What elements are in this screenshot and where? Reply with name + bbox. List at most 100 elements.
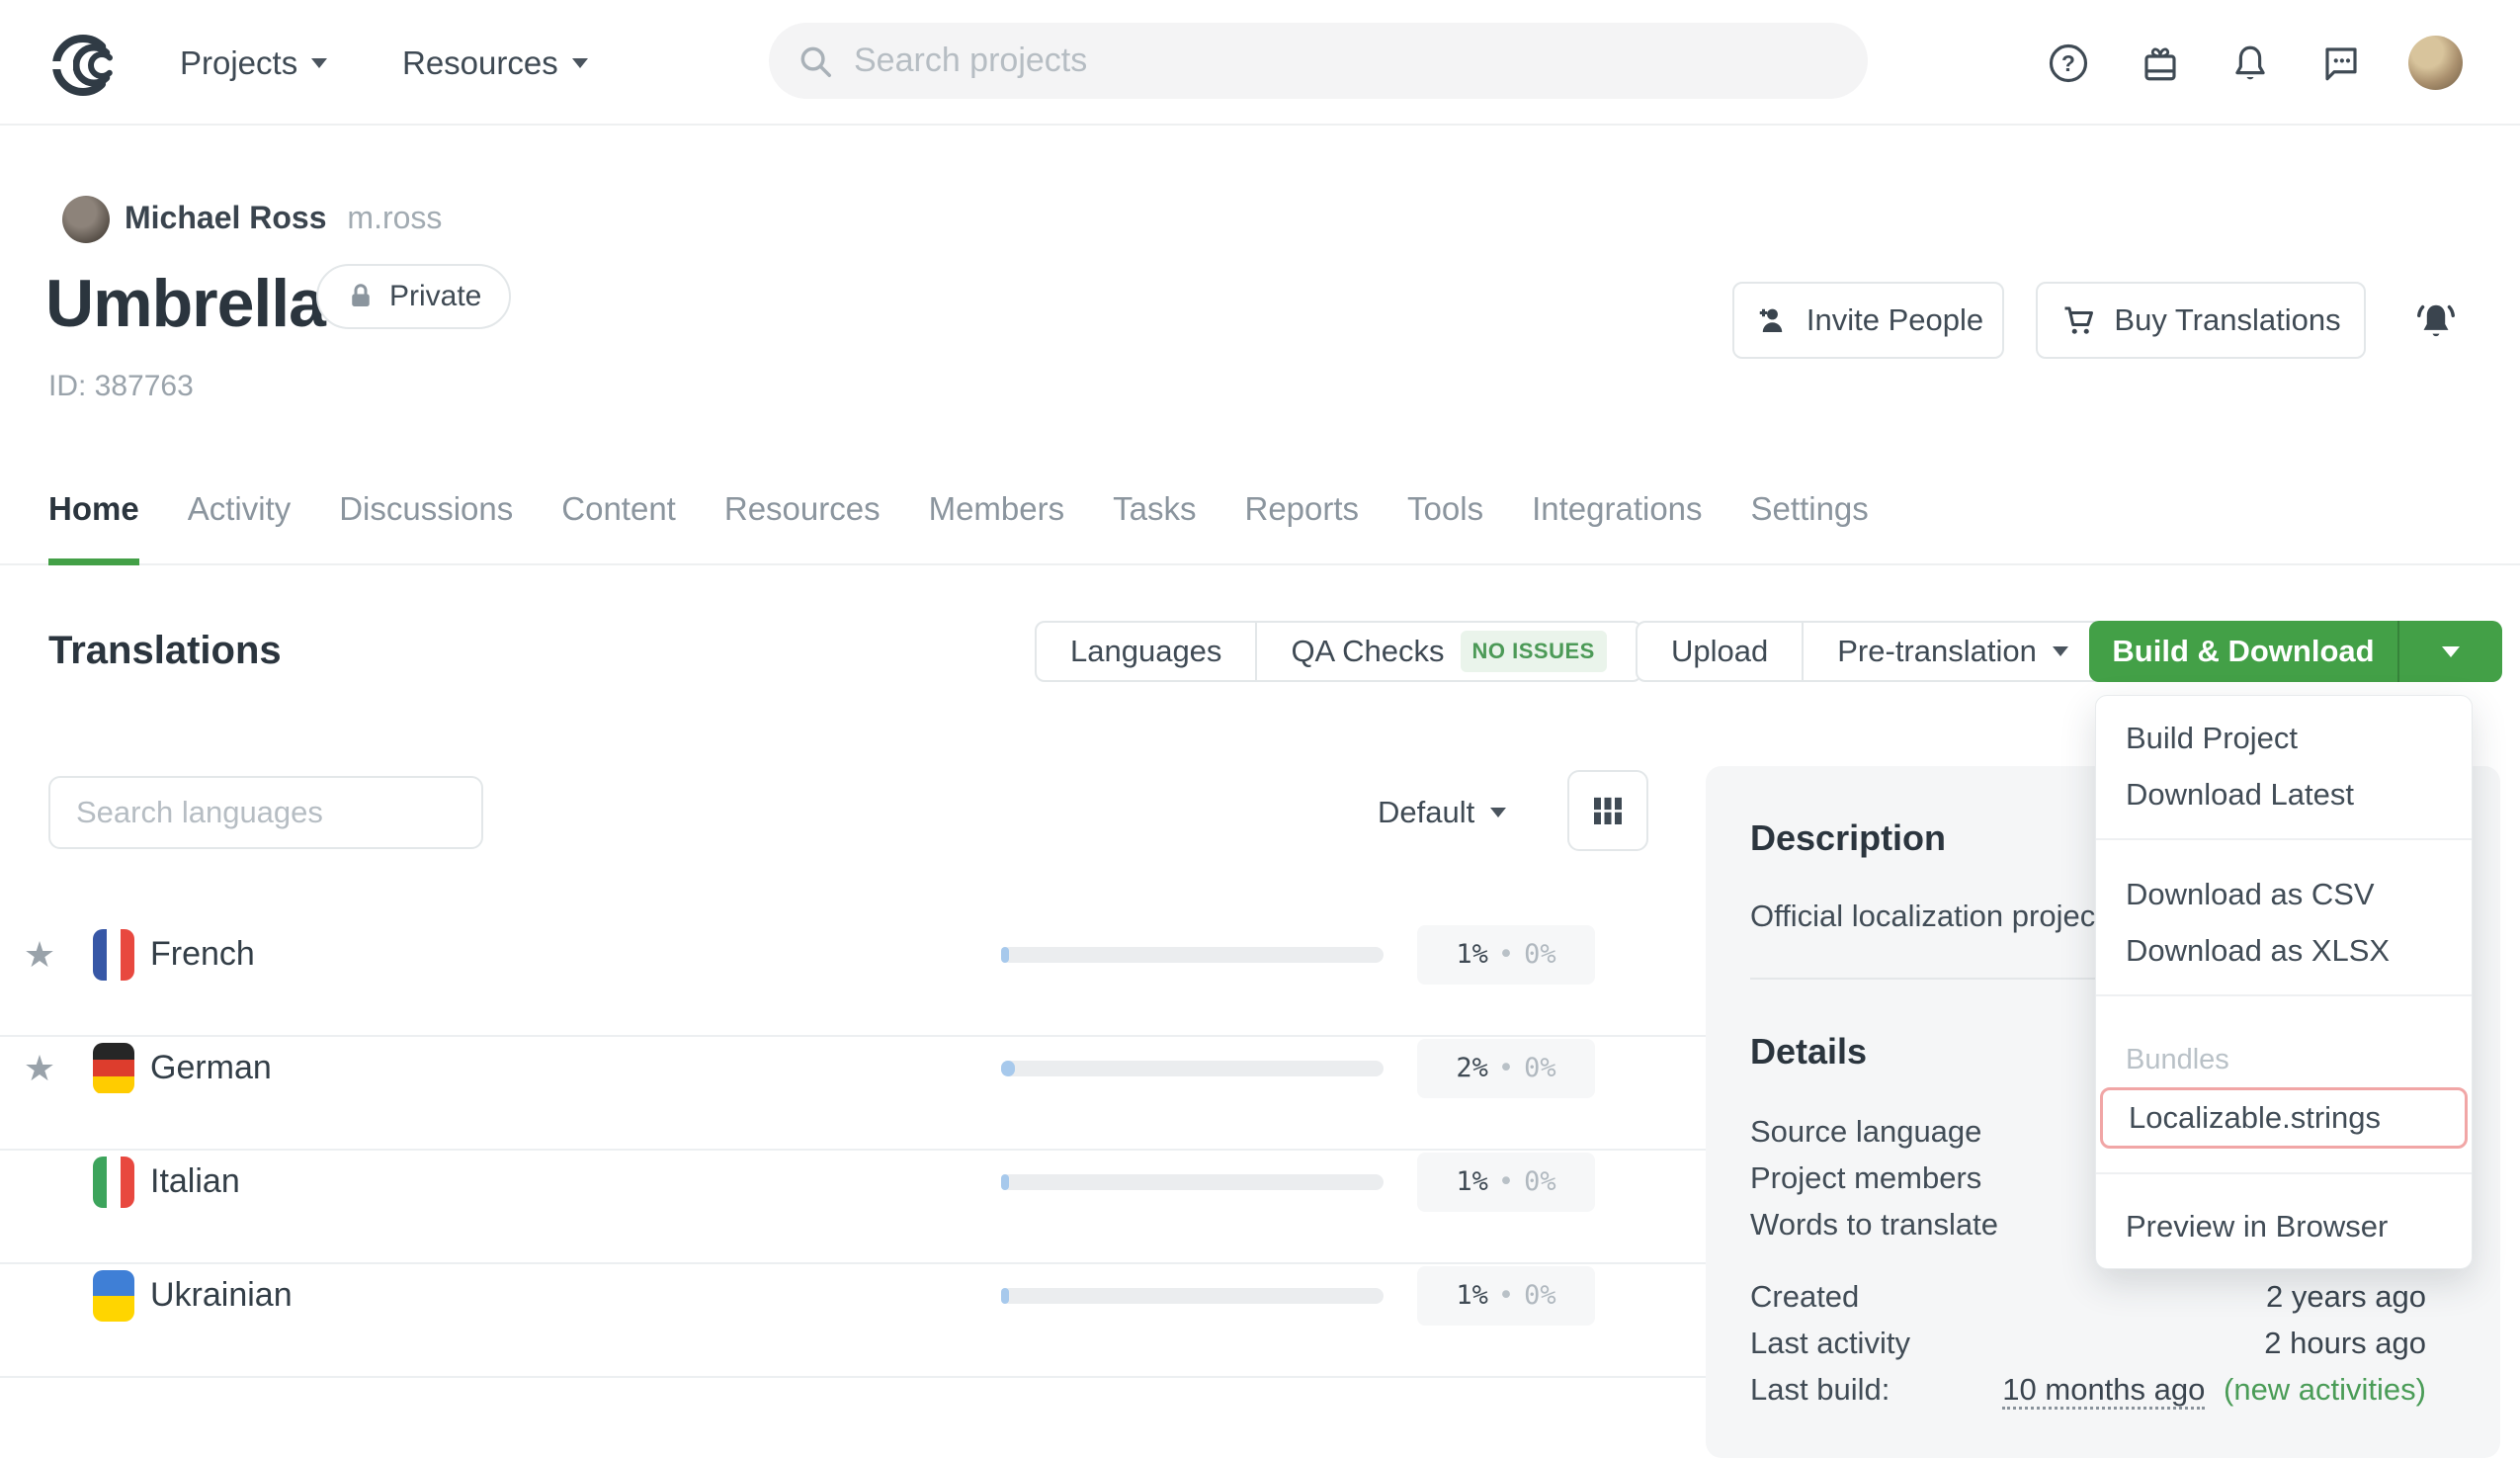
detail-row-last-build: Last build: 10 months ago (new activitie… [1750,1366,2426,1413]
invite-people-label: Invite People [1806,302,1983,338]
help-icon[interactable]: ? [2048,43,2089,84]
global-search[interactable] [769,23,1868,99]
star-icon[interactable]: ★ [20,934,59,976]
search-languages-input[interactable] [48,776,483,849]
languages-list: ★ French 1% • 0% ★ German 2% • 0% [0,923,1706,1378]
build-and-download-button[interactable]: Build & Download [2089,621,2502,682]
detail-label: Project members [1750,1160,1981,1196]
build-download-menu: Build Project Download Latest Download a… [2095,695,2473,1269]
bell-icon[interactable] [2229,43,2271,84]
messages-icon[interactable] [2320,43,2362,84]
detail-value: 2 hours ago [2264,1326,2426,1361]
cart-icon [2060,302,2096,338]
view-toggle-button[interactable] [1567,770,1648,851]
lock-icon [346,282,376,311]
qa-checks-button[interactable]: QA Checks NO ISSUES [1257,623,1639,680]
language-name[interactable]: French [150,935,255,974]
buy-translations-button[interactable]: Buy Translations [2036,282,2366,359]
nav-resources[interactable]: Resources [402,0,588,126]
menu-item-download-latest[interactable]: Download Latest [2096,766,2472,822]
tab-reports[interactable]: Reports [1244,463,1359,565]
upload-pretranslation-button-group: Upload Pre-translation [1636,621,2104,682]
tab-tasks[interactable]: Tasks [1113,463,1196,565]
gift-icon[interactable] [2140,43,2181,84]
project-tabs-bar: Home Activity Discussions Content Resour… [0,463,2520,565]
buy-translations-label: Buy Translations [2114,302,2340,338]
language-name[interactable]: Italian [150,1162,240,1201]
detail-label: Last activity [1750,1326,1910,1361]
language-row-german[interactable]: ★ German 2% • 0% [0,1037,1706,1151]
search-icon [797,43,834,80]
flag-italy-icon [93,1157,134,1208]
tab-settings[interactable]: Settings [1751,463,1869,565]
chevron-down-icon [311,58,327,68]
owner-username: m.ross [347,200,442,235]
tab-members[interactable]: Members [929,463,1065,565]
tab-home[interactable]: Home [48,463,139,565]
translation-progress-bar [1001,1174,1384,1190]
new-activities-link[interactable]: (new activities) [2224,1372,2426,1407]
chevron-down-icon [2053,646,2068,656]
pretranslation-label: Pre-translation [1837,634,2037,669]
menu-item-download-xlsx[interactable]: Download as XLSX [2096,922,2472,979]
detail-label: Last build: [1750,1372,1890,1408]
app-logo-icon[interactable] [51,26,126,101]
language-name[interactable]: German [150,1049,272,1087]
menu-item-preview-in-browser[interactable]: Preview in Browser [2096,1198,2472,1254]
progress-percent-badge: 1% • 0% [1417,1266,1595,1326]
nav-projects[interactable]: Projects [180,0,327,126]
sort-select[interactable]: Default [1378,783,1506,842]
owner-name-link[interactable]: Michael Ross [125,200,327,235]
nav-resources-label: Resources [402,44,558,82]
grid-view-icon [1587,790,1629,831]
person-add-icon [1753,302,1789,338]
tab-content[interactable]: Content [561,463,676,565]
menu-divider [2096,1172,2472,1174]
detail-label: Words to translate [1750,1207,1998,1243]
tab-discussions[interactable]: Discussions [339,463,513,565]
menu-item-localizable-strings[interactable]: Localizable.strings [2100,1087,2468,1149]
detail-label: Created [1750,1279,1859,1315]
tab-activity[interactable]: Activity [188,463,292,565]
build-dropdown-toggle[interactable] [2399,621,2502,682]
menu-item-download-csv[interactable]: Download as CSV [2096,866,2472,922]
privacy-badge-label: Private [389,280,481,313]
star-icon[interactable]: ★ [20,1048,59,1089]
chevron-down-icon [572,58,588,68]
pretranslation-button[interactable]: Pre-translation [1804,623,2102,680]
menu-section-bundles: Bundles [2096,1040,2472,1079]
sort-select-label: Default [1378,795,1474,830]
tab-integrations[interactable]: Integrations [1532,463,1702,565]
project-id: ID: 387763 [48,370,194,403]
global-search-input[interactable] [854,42,1743,80]
menu-divider [2096,838,2472,840]
tab-tools[interactable]: Tools [1407,463,1483,565]
notifications-subscribe-icon[interactable] [2413,299,2459,344]
translation-progress-bar [1001,1061,1384,1076]
invite-people-button[interactable]: Invite People [1732,282,2004,359]
translation-progress-bar [1001,1288,1384,1304]
chevron-down-icon [1490,808,1506,817]
svg-text:?: ? [2061,50,2075,76]
language-row-ukrainian[interactable]: Ukrainian 1% • 0% [0,1264,1706,1378]
flag-ukraine-icon [93,1270,134,1322]
user-avatar[interactable] [2408,36,2463,90]
flag-germany-icon [93,1043,134,1094]
top-navigation-bar: Projects Resources ? [0,0,2520,126]
project-owner-line: Michael Ross m.ross [125,200,442,236]
chevron-down-icon [2442,646,2460,657]
languages-button[interactable]: Languages [1037,623,1255,680]
menu-item-build-project[interactable]: Build Project [2096,710,2472,766]
progress-percent-badge: 1% • 0% [1417,925,1595,985]
upload-button[interactable]: Upload [1638,623,1802,680]
language-name[interactable]: Ukrainian [150,1276,293,1315]
tab-resources[interactable]: Resources [724,463,881,565]
language-row-italian[interactable]: Italian 1% • 0% [0,1151,1706,1264]
progress-percent-badge: 1% • 0% [1417,1153,1595,1212]
language-row-french[interactable]: ★ French 1% • 0% [0,923,1706,1037]
page-title: Umbrella [45,265,325,342]
last-build-link[interactable]: 10 months ago [2002,1372,2205,1410]
qa-status-badge: NO ISSUES [1461,631,1607,672]
project-owner-avatar [62,196,110,243]
detail-row-created: Created 2 years ago [1750,1273,2426,1320]
